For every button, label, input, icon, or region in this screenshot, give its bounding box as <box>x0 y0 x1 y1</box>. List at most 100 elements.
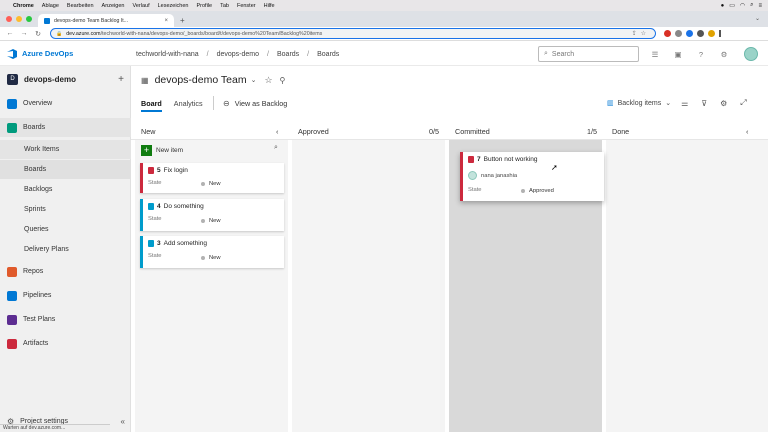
new-tab-icon[interactable]: + <box>180 14 185 27</box>
breadcrumb-org[interactable]: techworld-with-nana <box>136 51 199 58</box>
fullscreen-icon[interactable]: ⤢ <box>740 98 746 108</box>
tab-board[interactable]: Board <box>141 99 162 108</box>
chevron-down-icon[interactable]: ⌄ <box>251 76 257 84</box>
state-value[interactable]: New <box>201 218 221 224</box>
settings-list-icon[interactable]: ☰ <box>651 50 659 59</box>
nav-queries[interactable]: Queries <box>0 220 131 239</box>
record-icon[interactable]: ● <box>721 3 725 9</box>
close-window-icon[interactable] <box>6 16 12 22</box>
new-item-label: New item <box>156 146 184 154</box>
board-settings-icon[interactable]: ⚙ <box>720 99 727 108</box>
card-title-text[interactable]: Button not working <box>484 156 538 163</box>
menu-item[interactable]: Fenster <box>237 3 256 9</box>
card-work-item[interactable]: 4 Do something State New <box>140 199 284 231</box>
forward-icon[interactable]: → <box>20 30 28 37</box>
favorite-star-icon[interactable]: ☆ <box>264 75 272 86</box>
nav-pipelines[interactable]: Pipelines <box>0 286 131 305</box>
nav-sprints[interactable]: Sprints <box>0 200 131 219</box>
spotlight-icon[interactable]: ⌕ <box>750 2 753 9</box>
state-label: State <box>148 253 162 259</box>
tab-search-icon[interactable]: ⌄ <box>755 11 760 27</box>
more-menu-icon[interactable] <box>719 30 721 37</box>
extension-icon[interactable] <box>686 30 693 37</box>
address-bar[interactable]: 🔒 dev.azure.com /techworld-with-nana/dev… <box>50 28 656 39</box>
collapse-column-icon[interactable]: ‹ <box>746 124 748 138</box>
marketplace-icon[interactable]: ▣ <box>674 50 682 59</box>
state-value[interactable]: New <box>201 255 221 261</box>
team-name[interactable]: devops-demo Team <box>155 74 247 86</box>
azure-devops-logo-icon[interactable] <box>7 48 17 59</box>
nav-repos[interactable]: Repos <box>0 262 131 281</box>
search-input[interactable]: ⌕ Search <box>538 46 639 62</box>
reload-icon[interactable]: ↻ <box>34 30 42 38</box>
nav-artifacts[interactable]: Artifacts <box>0 334 131 353</box>
maximize-window-icon[interactable] <box>26 16 32 22</box>
breadcrumb-project[interactable]: devops-demo <box>217 51 259 58</box>
menu-item[interactable]: Profile <box>196 3 212 9</box>
team-members-icon[interactable]: ⚲ <box>280 76 286 85</box>
column-title: Approved <box>298 126 329 136</box>
nav-test-plans[interactable]: Test Plans <box>0 310 131 329</box>
control-center-icon[interactable]: ≡ <box>758 3 762 9</box>
nav-delivery-plans[interactable]: Delivery Plans <box>0 240 131 259</box>
user-settings-icon[interactable]: ⚙ <box>720 50 728 59</box>
lock-icon[interactable]: 🔒 <box>56 31 62 37</box>
bookmark-star-icon[interactable]: ⇪☆ <box>632 30 650 37</box>
card-work-item[interactable]: 5 Fix login State New <box>140 163 284 193</box>
breadcrumb-page[interactable]: Boards <box>317 51 339 58</box>
extensions-puzzle-icon[interactable] <box>697 30 704 37</box>
brand-title[interactable]: Azure DevOps <box>22 49 73 58</box>
menu-item[interactable]: Bearbeiten <box>67 3 94 9</box>
collapse-sidebar-icon[interactable]: « <box>121 417 125 426</box>
card-title-text[interactable]: Add something <box>164 240 207 247</box>
overview-icon <box>7 98 17 109</box>
card-assignee[interactable]: nana janashia <box>468 171 517 180</box>
menu-item[interactable]: Hilfe <box>264 3 275 9</box>
menu-item[interactable]: Tab <box>220 3 229 9</box>
state-value[interactable]: Approved <box>521 188 554 194</box>
menu-item[interactable]: Anzeigen <box>102 3 125 9</box>
view-as-backlog-button[interactable]: ⊖ View as Backlog <box>223 96 287 110</box>
user-avatar[interactable] <box>744 47 758 61</box>
column-options-icon[interactable]: ⚌ <box>681 99 688 108</box>
project-header[interactable]: D devops-demo + <box>7 72 124 86</box>
breadcrumb-hub[interactable]: Boards <box>277 51 299 58</box>
menu-item[interactable]: Lesezeichen <box>158 3 189 9</box>
search-icon[interactable]: ⌕ <box>274 144 278 152</box>
help-icon[interactable]: ? <box>697 50 705 59</box>
nav-work-items[interactable]: Work Items <box>0 140 131 159</box>
nav-label: Backlogs <box>24 186 53 193</box>
extension-icon[interactable] <box>664 30 671 37</box>
nav-backlogs[interactable]: Backlogs <box>0 180 131 199</box>
column-wip-count: 1/5 <box>587 126 597 136</box>
tab-analytics[interactable]: Analytics <box>174 99 203 108</box>
new-item-button[interactable]: + New item <box>141 144 183 156</box>
menu-item[interactable]: Ablage <box>42 3 59 9</box>
menu-app[interactable]: Chrome <box>13 3 34 9</box>
state-value[interactable]: New <box>201 181 221 187</box>
add-icon[interactable]: + <box>118 74 124 85</box>
nav-boards-sub[interactable]: Boards <box>0 160 131 179</box>
browser-tab[interactable]: devops-demo Team Backlog It... × <box>38 14 174 27</box>
battery-icon[interactable]: ▭ <box>729 2 735 9</box>
filter-icon[interactable]: ⊽ <box>701 99 707 108</box>
chevron-down-icon[interactable]: ⌄ <box>665 99 671 107</box>
profile-icon[interactable] <box>708 30 715 37</box>
back-icon[interactable]: ← <box>6 30 14 37</box>
card-work-item[interactable]: 3 Add something State New <box>140 236 284 268</box>
card-work-item-dragging[interactable]: 7 Button not working nana janashia State… <box>460 152 604 201</box>
close-tab-icon[interactable]: × <box>164 18 168 24</box>
menu-item[interactable]: Verlauf <box>132 3 149 9</box>
collapse-column-icon[interactable]: ‹ <box>276 124 278 138</box>
card-title-text[interactable]: Do something <box>164 203 204 210</box>
nav-overview[interactable]: Overview <box>0 94 131 113</box>
window-controls <box>0 11 38 27</box>
product-backlog-item-icon <box>148 203 154 210</box>
extension-icon[interactable] <box>675 30 682 37</box>
wifi-icon[interactable]: ◠ <box>740 2 745 9</box>
minimize-window-icon[interactable] <box>16 16 22 22</box>
nav-boards[interactable]: Boards <box>0 118 131 137</box>
card-title-text[interactable]: Fix login <box>164 167 188 174</box>
ado-header: Azure DevOps techworld-with-nana / devop… <box>0 42 768 66</box>
backlog-level-selector[interactable]: Backlog items <box>618 100 662 107</box>
